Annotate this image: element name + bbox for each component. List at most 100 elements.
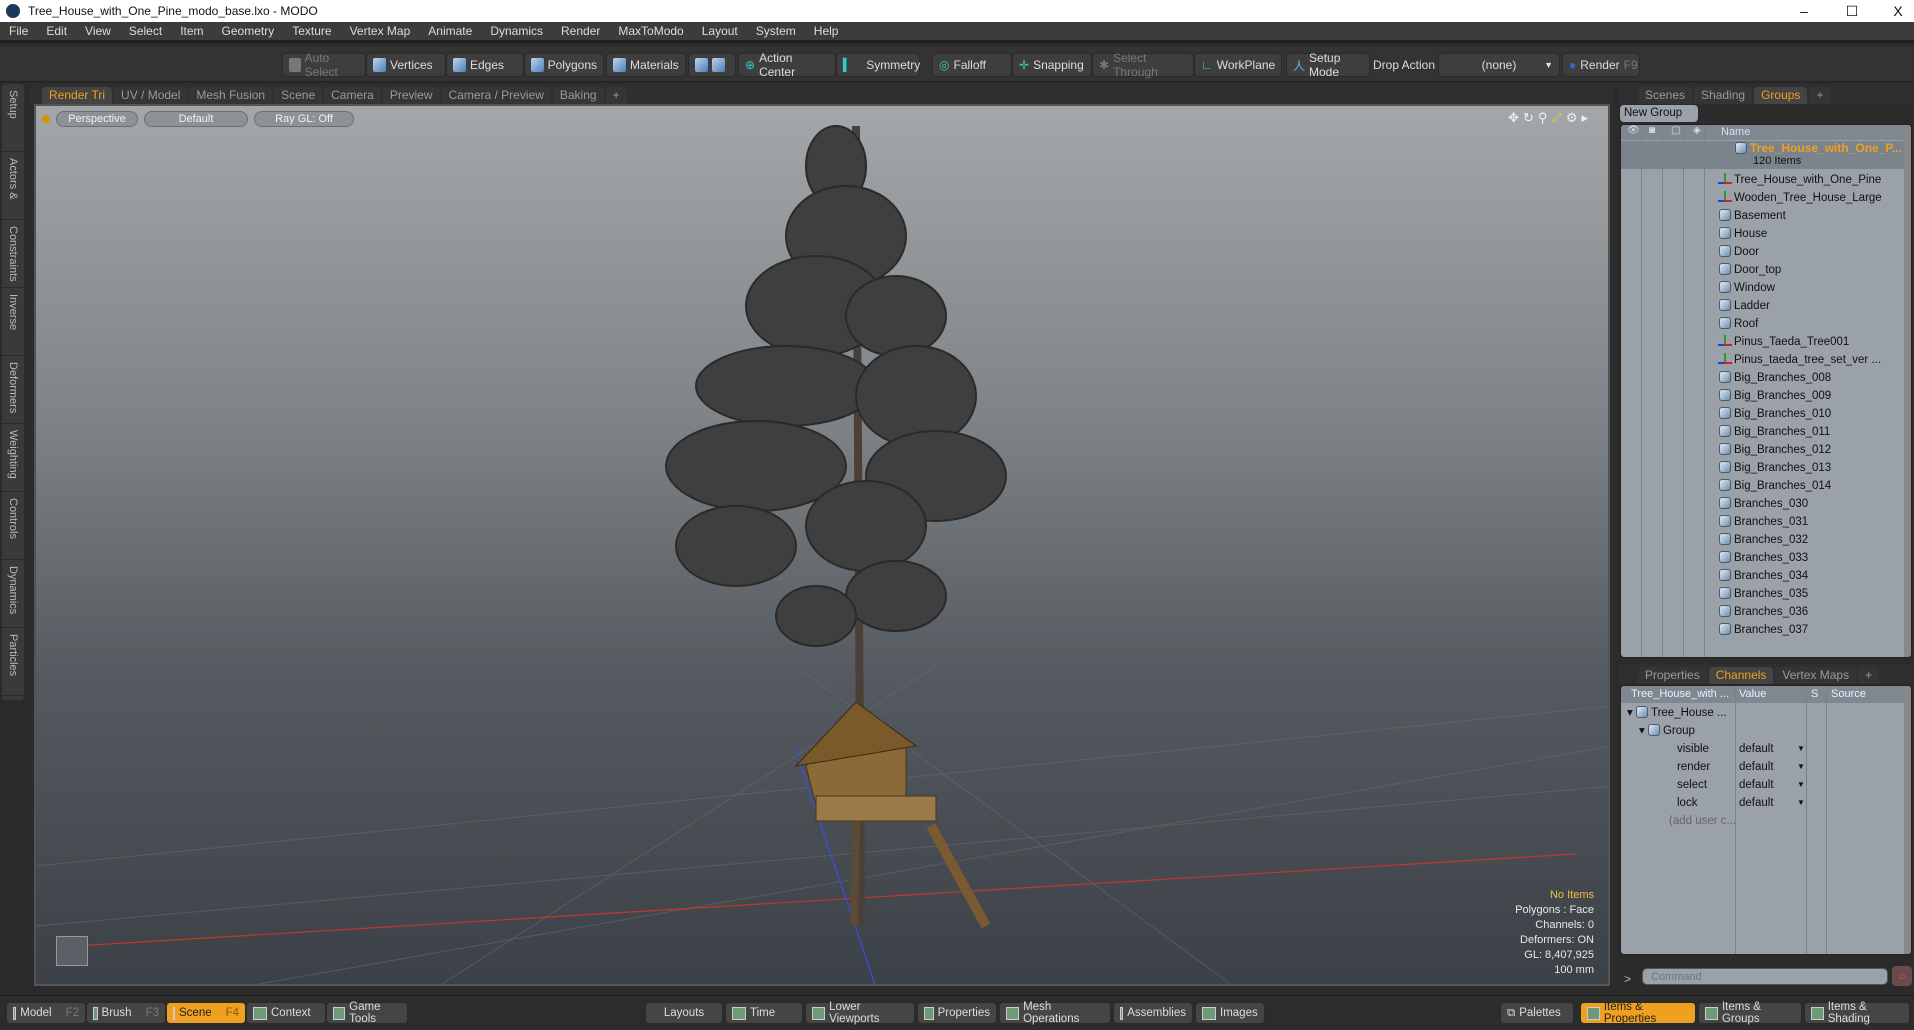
scene-tab[interactable]: Shading: [1694, 87, 1753, 104]
menu-item[interactable]: Item: [171, 24, 212, 38]
panel-tab-time[interactable]: Time: [725, 1002, 803, 1024]
viewport-tab[interactable]: Preview: [382, 87, 440, 104]
panel-tab-lower-viewports[interactable]: Lower Viewports: [805, 1001, 915, 1025]
left-tab[interactable]: Controls: [2, 492, 24, 560]
group-list-item[interactable]: Big_Branches_014: [1621, 477, 1906, 495]
left-tab[interactable]: Particles: [2, 628, 24, 696]
group-list-item[interactable]: Branches_035: [1621, 585, 1906, 603]
viewport-nav-controls[interactable]: ✥↻⚲⤢⚙▸: [1508, 110, 1592, 126]
group-list-item[interactable]: Big_Branches_012: [1621, 441, 1906, 459]
layout-tab-scene[interactable]: Scene F4: [166, 1002, 246, 1024]
menu-texture[interactable]: Texture: [283, 24, 340, 38]
visibility-eye-icon[interactable]: 👁: [1627, 125, 1640, 136]
menu-geometry[interactable]: Geometry: [213, 24, 284, 38]
group-list-item[interactable]: House: [1621, 225, 1906, 243]
menu-file[interactable]: File: [0, 24, 37, 38]
group-list-item[interactable]: Branches_036: [1621, 603, 1906, 621]
symmetry-toggles[interactable]: [688, 53, 736, 77]
command-input[interactable]: [1642, 968, 1888, 985]
channel-value-dropdown[interactable]: default: [1739, 740, 1774, 758]
gear-icon[interactable]: ⚙: [1566, 110, 1582, 125]
left-tab[interactable]: Setup: [2, 84, 24, 152]
group-list-item[interactable]: Branches_033: [1621, 549, 1906, 567]
chevron-down-icon[interactable]: ▼: [1797, 740, 1805, 758]
left-tab[interactable]: Weighting: [2, 424, 24, 492]
layout-items-properties[interactable]: Items & Properties: [1580, 1001, 1696, 1025]
channel-item-row[interactable]: ▾ Tree_House ...: [1621, 704, 1911, 722]
group-list-item[interactable]: Big_Branches_010: [1621, 405, 1906, 423]
channel-value-dropdown[interactable]: default: [1739, 758, 1774, 776]
render-camera-icon[interactable]: ◙: [1649, 125, 1655, 136]
panel-tab-assemblies[interactable]: Assemblies: [1113, 1002, 1193, 1024]
group-list-item[interactable]: Branches_034: [1621, 567, 1906, 585]
pan-icon[interactable]: ✥: [1508, 110, 1523, 125]
palettes-button[interactable]: ⧉ Palettes: [1500, 1002, 1574, 1024]
layout-tab-brush[interactable]: Brush F3: [86, 1002, 166, 1024]
shading-mode-button[interactable]: Default: [144, 111, 248, 127]
left-tab[interactable]: Deformers: [2, 356, 24, 424]
select-through-button[interactable]: ✱ Select Through: [1092, 51, 1194, 79]
menu-select[interactable]: Select: [120, 24, 171, 38]
falloff-button[interactable]: ◎ Falloff: [932, 53, 1012, 77]
channels-scrollbar[interactable]: [1904, 686, 1911, 954]
menu-maxtomodo[interactable]: MaxToModo: [609, 24, 692, 38]
menu-layout[interactable]: Layout: [693, 24, 747, 38]
polygons-button[interactable]: Polygons: [524, 53, 604, 77]
property-tab[interactable]: +: [1858, 667, 1880, 684]
setup-mode-button[interactable]: 人 Setup Mode: [1286, 51, 1370, 79]
zoom-icon[interactable]: ⚲: [1538, 110, 1552, 125]
group-list-item[interactable]: Window: [1621, 279, 1906, 297]
action-center-button[interactable]: ⊕ Action Center: [738, 51, 836, 79]
chevron-down-icon[interactable]: ▼: [1797, 794, 1805, 812]
lock-icon[interactable]: ▢: [1671, 125, 1680, 136]
group-list-item[interactable]: Big_Branches_011: [1621, 423, 1906, 441]
layout-tab-game-tools[interactable]: Game Tools: [326, 1001, 408, 1025]
group-list-item[interactable]: Basement: [1621, 207, 1906, 225]
3d-viewport[interactable]: Perspective Default Ray GL: Off ✥↻⚲⤢⚙▸ N…: [34, 104, 1610, 986]
menu-animate[interactable]: Animate: [419, 24, 481, 38]
group-list-item[interactable]: Big_Branches_009: [1621, 387, 1906, 405]
group-list-item[interactable]: Door_top: [1621, 261, 1906, 279]
drop-action-dropdown[interactable]: (none) ▼: [1438, 53, 1560, 77]
group-root-row[interactable]: Tree_House_with_One_P... 120 Items: [1621, 141, 1906, 169]
raygl-button[interactable]: Ray GL: Off: [254, 111, 354, 127]
group-list-item[interactable]: Ladder: [1621, 297, 1906, 315]
minimize-button[interactable]: –: [1782, 0, 1826, 22]
property-tab[interactable]: Channels: [1708, 667, 1774, 684]
channel-value-dropdown[interactable]: default: [1739, 776, 1774, 794]
property-tab[interactable]: Vertex Maps: [1775, 667, 1857, 684]
channel-row[interactable]: render default ▼: [1621, 758, 1911, 776]
edges-button[interactable]: Edges: [446, 53, 524, 77]
menu-edit[interactable]: Edit: [37, 24, 76, 38]
scene-tab[interactable]: +: [1809, 87, 1831, 104]
scene-tab[interactable]: Scenes: [1638, 87, 1693, 104]
arrow-right-icon[interactable]: ▸: [1581, 110, 1592, 125]
fit-icon[interactable]: ⤢: [1551, 110, 1565, 125]
vertices-button[interactable]: Vertices: [366, 53, 446, 77]
chevron-down-icon[interactable]: ▼: [1797, 776, 1805, 794]
add-user-channel[interactable]: (add user c...: [1669, 812, 1911, 830]
layout-tab-context[interactable]: Context: [246, 1002, 326, 1024]
snapping-button[interactable]: ✛ Snapping: [1012, 53, 1092, 77]
chevron-down-icon[interactable]: ▼: [1797, 758, 1805, 776]
layout-items-groups[interactable]: Items & Groups: [1698, 1001, 1802, 1025]
groups-scrollbar[interactable]: [1904, 125, 1911, 657]
menu-help[interactable]: Help: [805, 24, 848, 38]
viewport-tab[interactable]: Render Tri: [42, 87, 113, 104]
property-tab[interactable]: Properties: [1638, 667, 1707, 684]
layout-tab-model[interactable]: Model F2: [6, 1002, 86, 1024]
left-tab[interactable]: Dynamics: [2, 560, 24, 628]
group-list-item[interactable]: Branches_032: [1621, 531, 1906, 549]
workplane-button[interactable]: ∟ WorkPlane: [1194, 53, 1282, 77]
left-tab[interactable]: Constraints: [2, 220, 24, 288]
close-button[interactable]: X: [1876, 0, 1914, 22]
viewport-tab[interactable]: Scene: [274, 87, 323, 104]
channel-group-row[interactable]: ▾ Group: [1621, 722, 1911, 740]
panel-tab-mesh-operations[interactable]: Mesh Operations: [999, 1001, 1111, 1025]
layout-items-shading[interactable]: Items & Shading: [1804, 1001, 1910, 1025]
panel-tab-properties[interactable]: Properties: [917, 1002, 997, 1024]
scene-tab[interactable]: Groups: [1754, 87, 1808, 104]
group-list-item[interactable]: Big_Branches_013: [1621, 459, 1906, 477]
left-tab[interactable]: Inverse Kinematics: [2, 288, 24, 356]
channel-value-dropdown[interactable]: default: [1739, 794, 1774, 812]
